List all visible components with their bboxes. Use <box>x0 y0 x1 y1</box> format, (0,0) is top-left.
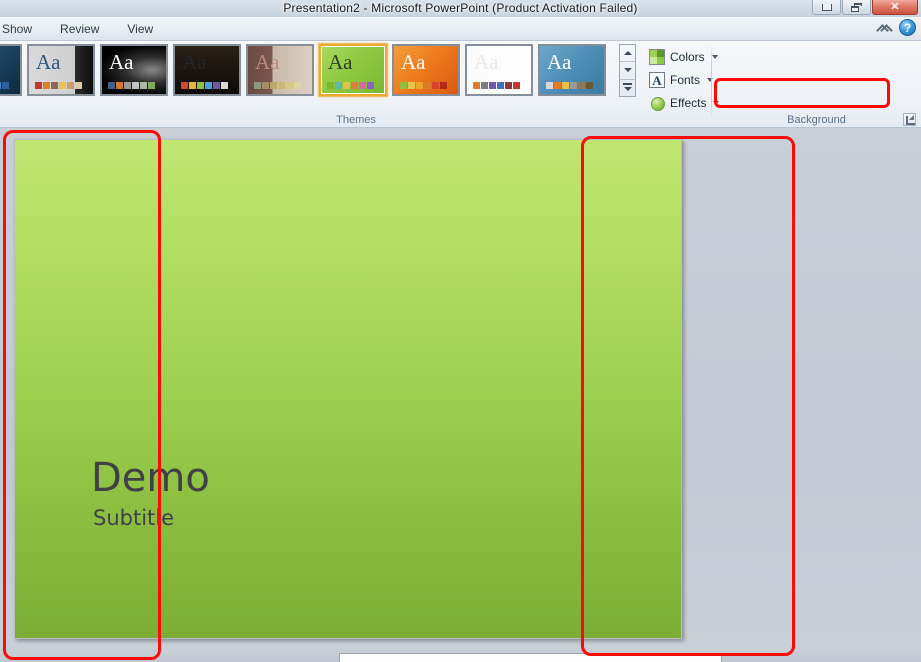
restore-icon <box>851 2 862 12</box>
themes-group-label: Themes <box>336 114 376 126</box>
theme-color-swatches <box>181 82 228 89</box>
theme-fonts-label: Fonts <box>670 73 701 87</box>
close-icon: ✕ <box>890 0 900 13</box>
slide-surface[interactable]: Demo Subtitle <box>14 139 682 639</box>
theme-preview-text: Aa <box>328 50 353 74</box>
theme-preview-text: Aa <box>474 50 499 74</box>
ribbon: Aa Aa Aa Aa Aa Aa Aa Aa Aa Colors A Fonts <box>0 41 921 128</box>
notes-panel-edge[interactable] <box>339 653 722 662</box>
tab-review[interactable]: Review <box>46 17 113 41</box>
window-controls: ✕ <box>811 0 918 15</box>
themes-gallery: Aa Aa Aa Aa Aa Aa Aa Aa Aa <box>0 43 606 97</box>
fonts-icon: A <box>649 72 665 88</box>
close-button[interactable]: ✕ <box>872 0 918 15</box>
theme-blue-aqua[interactable]: Aa <box>538 44 606 96</box>
ribbon-group-themes: Aa Aa Aa Aa Aa Aa Aa Aa Aa Colors A Fonts <box>0 41 720 128</box>
theme-preview-text: Aa <box>547 50 572 74</box>
theme-white-orange-bar[interactable]: Aa <box>465 44 533 96</box>
theme-effects-label: Effects <box>670 96 707 110</box>
slide-title-placeholder[interactable]: Demo <box>91 458 210 498</box>
tab-view[interactable]: View <box>113 17 167 41</box>
background-group-label: Background <box>787 114 846 126</box>
restore-button[interactable] <box>842 0 871 15</box>
theme-orange[interactable]: Aa <box>392 44 460 96</box>
themes-more-button[interactable] <box>620 80 635 96</box>
theme-black-rays[interactable]: Aa <box>100 44 168 96</box>
tab-slide-show[interactable]: Show <box>0 17 46 41</box>
theme-brown-rose[interactable]: Aa <box>246 44 314 96</box>
ribbon-tab-strip: Show Review View ? <box>0 17 921 41</box>
more-icon <box>623 83 632 92</box>
powerpoint-window: Presentation2 - Microsoft PowerPoint (Pr… <box>0 0 921 662</box>
theme-preview-text: Aa <box>36 50 61 74</box>
theme-metro-blue[interactable]: Aa <box>0 44 22 96</box>
triangle-up-icon <box>623 51 632 56</box>
minimize-button[interactable] <box>812 0 841 15</box>
theme-colors-label: Colors <box>670 50 705 64</box>
colors-icon <box>649 49 665 65</box>
theme-preview-text: Aa <box>401 50 426 74</box>
theme-preview-text: Aa <box>109 50 134 74</box>
theme-color-swatches <box>108 82 155 89</box>
theme-color-swatches <box>546 82 593 89</box>
theme-paper-notes[interactable]: Aa <box>173 44 241 96</box>
themes-gallery-scrollbar <box>619 44 636 97</box>
theme-color-swatches <box>400 82 447 89</box>
theme-preview-text: Aa <box>255 50 280 74</box>
window-title: Presentation2 - Microsoft PowerPoint (Pr… <box>283 1 638 15</box>
theme-color-swatches <box>327 82 374 89</box>
slide-subtitle-placeholder[interactable]: Subtitle <box>93 508 174 529</box>
background-dialog-launcher[interactable] <box>903 113 916 126</box>
themes-scroll-up-button[interactable] <box>620 45 635 63</box>
slide-editing-area[interactable]: Demo Subtitle <box>0 128 921 649</box>
title-bar: Presentation2 - Microsoft PowerPoint (Pr… <box>0 0 921 17</box>
ribbon-group-background: Background Styles Hide Background Graphi… <box>712 41 921 128</box>
effects-icon <box>649 95 665 111</box>
themes-scroll-down-button[interactable] <box>620 62 635 80</box>
minimize-icon <box>821 3 832 11</box>
theme-color-swatches <box>254 82 301 89</box>
ribbon-right-commands: ? <box>876 19 916 36</box>
help-icon[interactable]: ? <box>899 19 916 36</box>
theme-color-swatches <box>0 82 9 89</box>
theme-grayscale[interactable]: Aa <box>27 44 95 96</box>
chevron-up-icon[interactable] <box>876 20 892 36</box>
theme-apex-green[interactable]: Aa <box>318 43 388 97</box>
theme-color-swatches <box>35 82 82 89</box>
theme-preview-text: Aa <box>182 50 207 74</box>
theme-color-swatches <box>473 82 520 89</box>
ribbon-tabs: Show Review View <box>0 17 167 41</box>
triangle-down-icon <box>623 68 632 73</box>
